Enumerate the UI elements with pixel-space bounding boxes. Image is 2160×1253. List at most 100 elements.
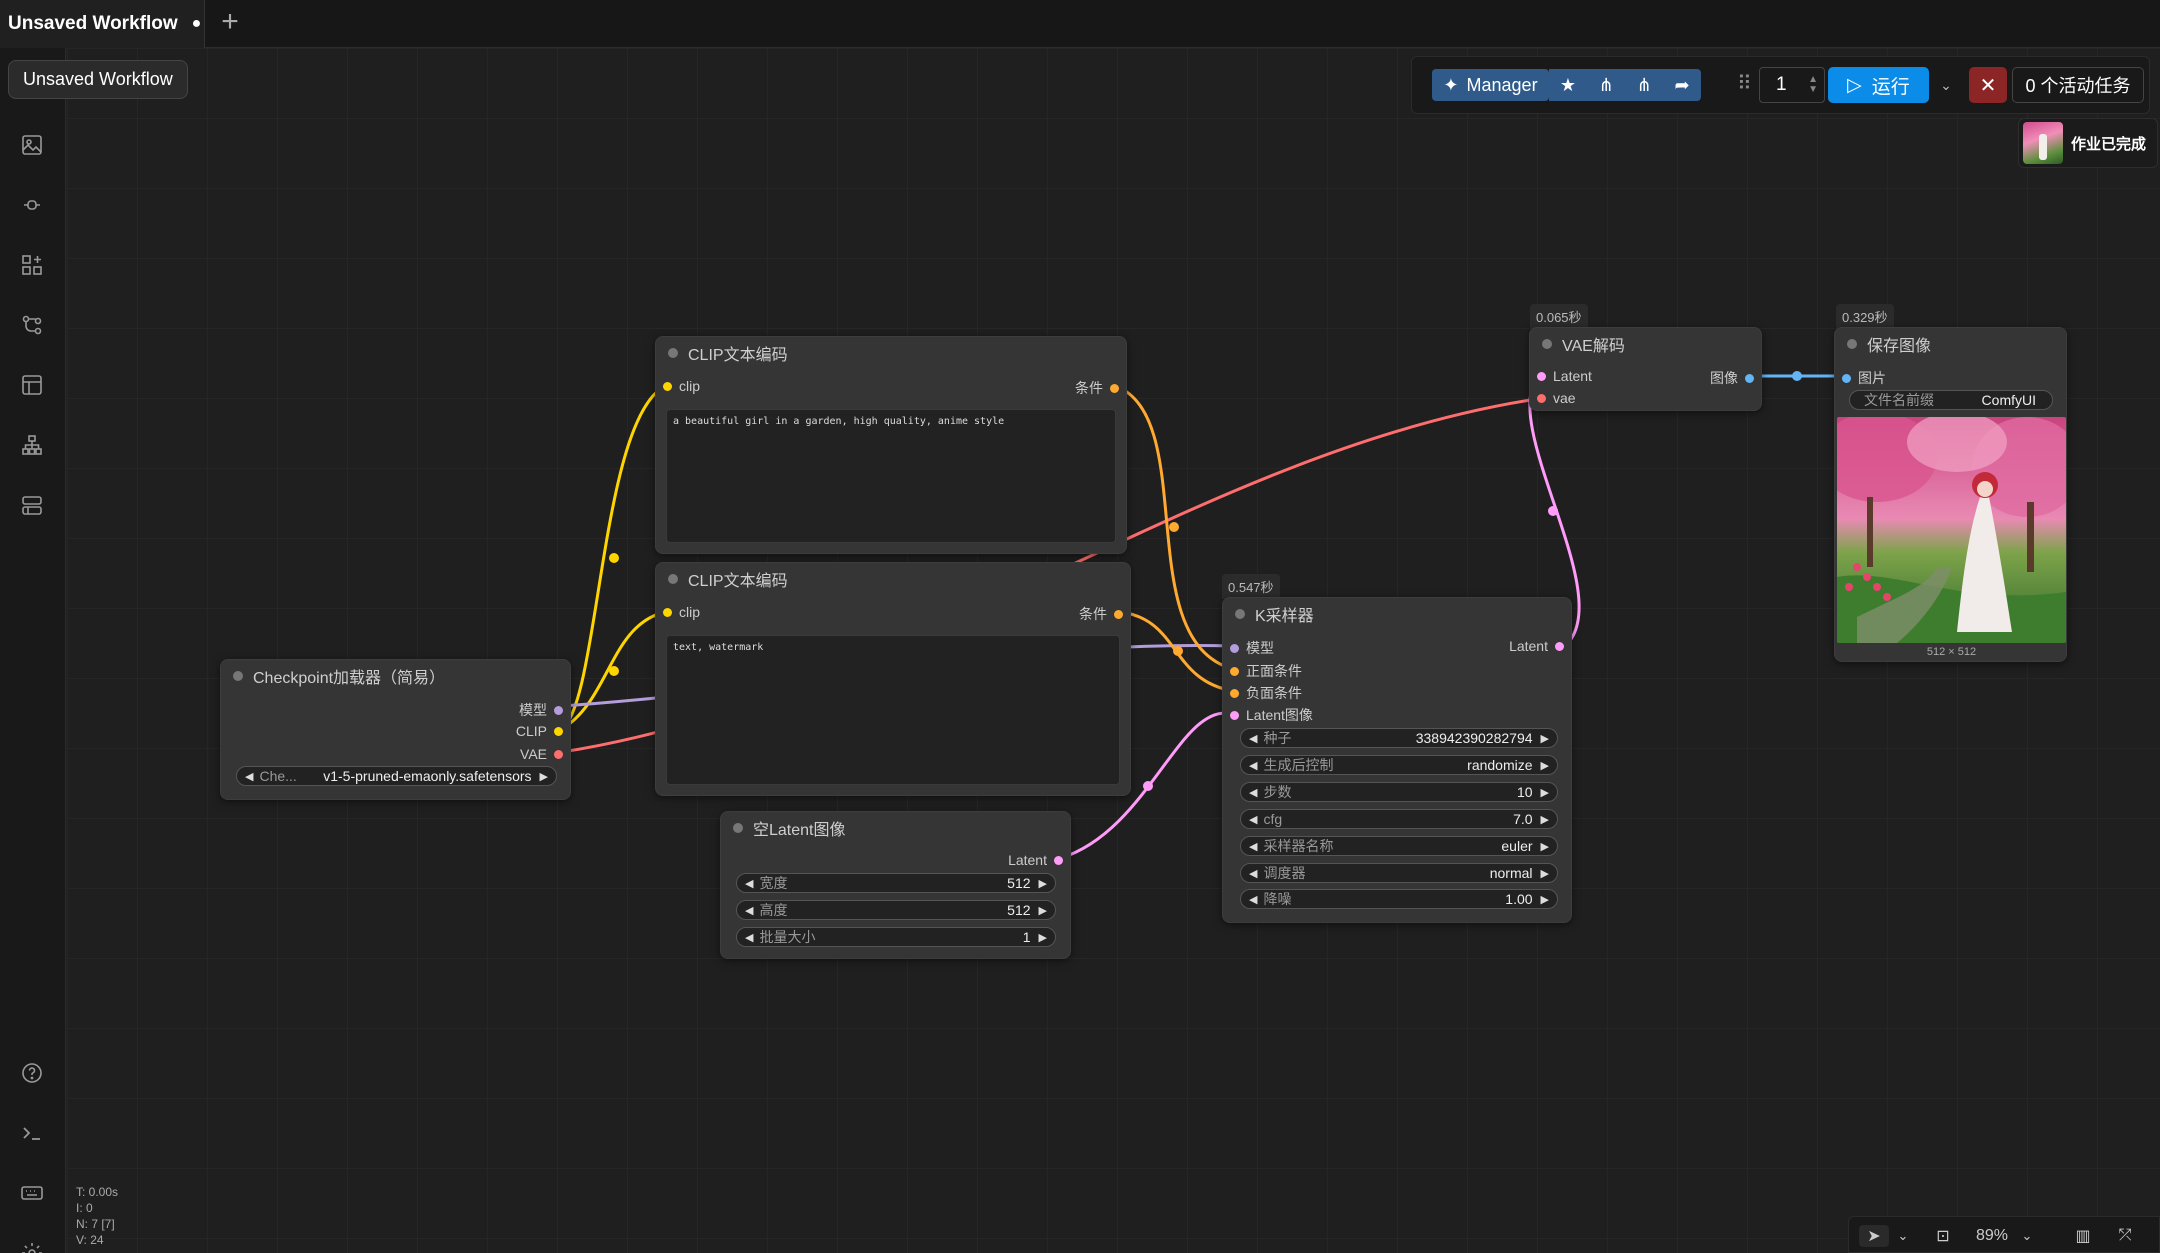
collapse-dot[interactable] [668,348,678,358]
prompt-textarea[interactable]: a beautiful girl in a garden, high quali… [666,409,1116,543]
collapse-dot[interactable] [1542,339,1552,349]
node-library-icon[interactable] [17,190,47,220]
output-slot-model[interactable]: 模型 [519,700,563,720]
minimap-icon[interactable]: ▥ [2069,1225,2097,1247]
left-arrow-icon[interactable]: ◀ [1249,893,1257,906]
select-pointer-icon[interactable]: ➤ [1859,1225,1889,1247]
output-slot-conditioning[interactable]: 条件 [1075,378,1119,398]
generated-image-preview[interactable] [1837,417,2066,643]
link-visibility-icon[interactable]: ⤱ [2111,1225,2139,1247]
left-arrow-icon[interactable]: ◀ [245,770,253,783]
right-arrow-icon[interactable]: ▶ [1039,877,1047,890]
sampler-name-widget[interactable]: ◀ 采样器名称 euler ▶ [1240,836,1558,856]
chevron-down-icon[interactable]: ⌄ [1893,1225,1913,1247]
cfg-widget[interactable]: ◀ cfg 7.0 ▶ [1240,809,1558,829]
output-slot-clip[interactable]: CLIP [516,723,563,739]
node-save-image[interactable]: 保存图像 图片 文件名前缀 ComfyUI 512 × 512 [1834,327,2067,662]
collapse-dot[interactable] [1235,609,1245,619]
templates-icon[interactable] [17,370,47,400]
right-arrow-icon[interactable]: ▶ [1541,759,1549,772]
seed-widget[interactable]: ◀ 种子 338942390282794 ▶ [1240,728,1558,748]
collapse-dot[interactable] [1847,339,1857,349]
left-arrow-icon[interactable]: ◀ [1249,732,1257,745]
settings-gear-icon[interactable] [17,1238,47,1253]
node-checkpoint-loader[interactable]: Checkpoint加载器（简易） 模型 CLIP VAE ◀ Che... v… [220,659,571,800]
left-arrow-icon[interactable]: ◀ [1249,813,1257,826]
filename-prefix-widget[interactable]: 文件名前缀 ComfyUI [1849,390,2053,410]
input-slot-model[interactable]: 模型 [1230,638,1274,658]
output-slot-latent[interactable]: Latent [1509,638,1564,654]
control-after-generate-widget[interactable]: ◀ 生成后控制 randomize ▶ [1240,755,1558,775]
left-arrow-icon[interactable]: ◀ [1249,867,1257,880]
model-fetch-icon[interactable]: ⋔ [1587,69,1625,101]
terminal-icon[interactable] [17,1118,47,1148]
active-queue-button[interactable]: 0 个活动任务 [2012,67,2144,103]
input-slot-clip[interactable]: clip [663,604,700,620]
left-arrow-icon[interactable]: ◀ [1249,840,1257,853]
workflows-icon[interactable] [17,310,47,340]
left-arrow-icon[interactable]: ◀ [1249,759,1257,772]
zoom-level[interactable]: 89% [1967,1225,2017,1247]
node-empty-latent-image[interactable]: 空Latent图像 Latent ◀ 宽度 512 ▶ ◀ 高度 512 ▶ ◀ 批量大小 1 ▶ [720,811,1071,959]
input-slot-latent-image[interactable]: Latent图像 [1230,705,1313,725]
node-clip-text-encode-positive[interactable]: CLIP文本编码 clip 条件 a beautiful girl in a g… [655,336,1127,554]
input-slot-vae[interactable]: vae [1537,390,1576,406]
run-button[interactable]: ▷ 运行 [1828,67,1929,103]
output-slot-latent[interactable]: Latent [1008,852,1063,868]
collapse-dot[interactable] [233,671,243,681]
input-slot-positive[interactable]: 正面条件 [1230,661,1302,681]
model-library-icon[interactable] [17,250,47,280]
collapse-dot[interactable] [733,823,743,833]
right-arrow-icon[interactable]: ▶ [1039,931,1047,944]
help-icon[interactable] [17,1058,47,1088]
new-tab-button[interactable]: + [215,7,245,38]
right-arrow-icon[interactable]: ▶ [1039,904,1047,917]
drag-handle-icon[interactable]: ⠿ [1737,71,1752,96]
left-arrow-icon[interactable]: ◀ [745,904,753,917]
denoise-widget[interactable]: ◀ 降噪 1.00 ▶ [1240,889,1558,909]
left-arrow-icon[interactable]: ◀ [745,931,753,944]
node-ksampler[interactable]: K采样器 模型 正面条件 负面条件 Latent图像 Latent ◀ 种子 338… [1222,597,1572,923]
right-arrow-icon[interactable]: ▶ [1541,840,1549,853]
right-arrow-icon[interactable]: ▶ [1541,813,1549,826]
output-slot-vae[interactable]: VAE [520,746,563,762]
input-slot-images[interactable]: 图片 [1842,368,1886,388]
job-complete-toast[interactable]: 作业已完成 [2018,118,2158,168]
right-arrow-icon[interactable]: ▶ [1541,867,1549,880]
right-arrow-icon[interactable]: ▶ [1541,893,1549,906]
checkpoint-name-combo[interactable]: ◀ Che... v1-5-pruned-emaonly.safetensors… [236,766,557,786]
star-icon[interactable]: ★ [1549,69,1587,101]
manager-button[interactable]: ✦ Manager [1432,69,1549,101]
height-widget[interactable]: ◀ 高度 512 ▶ [736,900,1056,920]
stepper-arrows-icon[interactable]: ▲ ▼ [1808,75,1818,95]
run-mode-chevron-down-icon[interactable]: ⌄ [1931,67,1961,103]
right-arrow-icon[interactable]: ▶ [1541,786,1549,799]
batch-size-widget[interactable]: ◀ 批量大小 1 ▶ [736,927,1056,947]
node-vae-decode[interactable]: VAE解码 Latent vae 图像 [1529,327,1762,411]
output-slot-image[interactable]: 图像 [1710,368,1754,388]
input-slot-negative[interactable]: 负面条件 [1230,683,1302,703]
left-arrow-icon[interactable]: ◀ [745,877,753,890]
right-arrow-icon[interactable]: ▶ [1541,732,1549,745]
width-widget[interactable]: ◀ 宽度 512 ▶ [736,873,1056,893]
layout-icon[interactable] [17,490,47,520]
output-slot-conditioning[interactable]: 条件 [1079,604,1123,624]
share-arrow-icon[interactable]: ➦ [1663,69,1701,101]
node-clip-text-encode-negative[interactable]: CLIP文本编码 clip 条件 text, watermark [655,562,1131,796]
cancel-close-icon[interactable]: ✕ [1969,67,2007,103]
fit-view-icon[interactable]: ⊡ [1929,1225,1957,1247]
model-fetch-alt-icon[interactable]: ⋔ [1625,69,1663,101]
steps-widget[interactable]: ◀ 步数 10 ▶ [1240,782,1558,802]
input-slot-samples[interactable]: Latent [1537,368,1592,384]
scheduler-widget[interactable]: ◀ 调度器 normal ▶ [1240,863,1558,883]
queue-images-icon[interactable] [17,130,47,160]
tab-unsaved-workflow[interactable]: Unsaved Workflow ● [0,0,205,48]
hierarchy-icon[interactable] [17,430,47,460]
collapse-dot[interactable] [668,574,678,584]
zoom-chevron-down-icon[interactable]: ⌄ [2017,1225,2037,1247]
keyboard-icon[interactable] [17,1178,47,1208]
prompt-textarea[interactable]: text, watermark [666,635,1120,785]
input-slot-clip[interactable]: clip [663,378,700,394]
batch-count-input[interactable]: 1 ▲ ▼ [1759,67,1825,103]
right-arrow-icon[interactable]: ▶ [540,770,548,783]
